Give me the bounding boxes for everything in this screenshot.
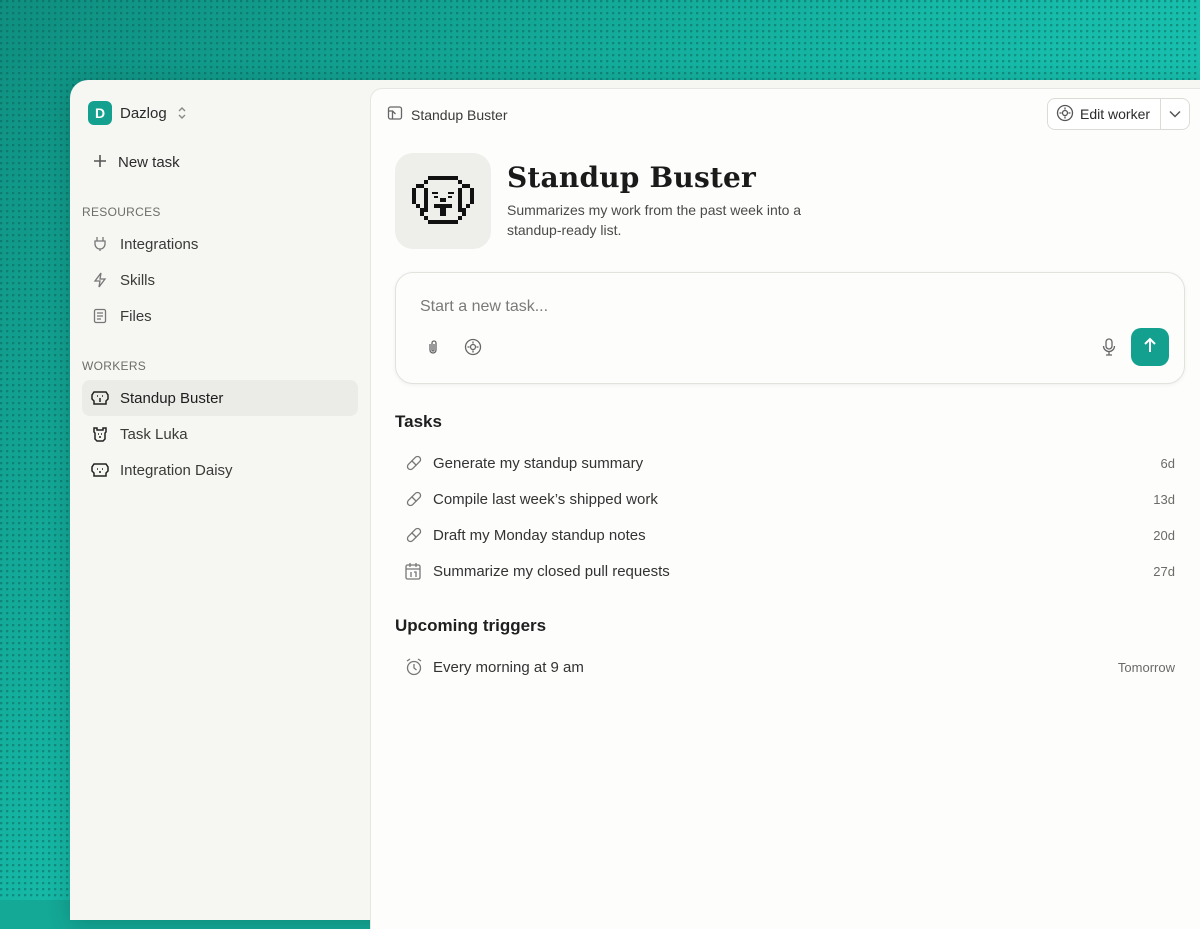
new-task-label: New task <box>118 154 180 171</box>
paperclip-icon[interactable] <box>421 335 445 359</box>
app-window-icon <box>387 105 403 124</box>
pill-icon <box>405 454 427 472</box>
sidebar: D Dazlog New task RESOURCES Integrations… <box>70 80 368 920</box>
new-task-button[interactable]: New task <box>92 152 180 173</box>
arrow-up-icon <box>1143 337 1157 358</box>
edit-worker-button[interactable]: Edit worker <box>1048 99 1162 129</box>
main-panel: Standup Buster Edit worker Standup Buste… <box>370 88 1200 929</box>
page-title: Standup Buster <box>411 106 508 123</box>
worker-avatar <box>395 153 491 249</box>
sidebar-item-task-luka[interactable]: Task Luka <box>82 416 358 452</box>
chevron-down-icon <box>1169 105 1181 123</box>
task-row[interactable]: Summarize my closed pull requests 27d <box>395 554 1185 588</box>
trigger-title: Every morning at 9 am <box>433 658 584 676</box>
send-button[interactable] <box>1131 328 1169 366</box>
sidebar-item-skills[interactable]: Skills <box>82 262 358 298</box>
trigger-row[interactable]: Every morning at 9 am Tomorrow <box>395 650 1185 684</box>
dog-icon <box>90 388 110 408</box>
pill-icon <box>405 526 427 544</box>
sidebar-item-label: Skills <box>120 271 156 289</box>
dog-icon <box>90 460 110 480</box>
worker-description: Summarizes my work from the past week in… <box>507 202 802 238</box>
bear-icon <box>90 424 110 444</box>
sidebar-item-integrations[interactable]: Integrations <box>82 226 358 262</box>
plus-icon <box>92 152 108 173</box>
sidebar-item-label: Integration Daisy <box>120 461 233 479</box>
document-icon <box>90 306 110 326</box>
workspace-name: Dazlog <box>120 104 167 122</box>
microphone-icon[interactable] <box>1097 335 1121 359</box>
calendar-icon <box>405 562 427 580</box>
task-age: 20d <box>1153 527 1175 543</box>
alarm-clock-icon <box>405 658 427 676</box>
task-row[interactable]: Draft my Monday standup notes 20d <box>395 518 1185 552</box>
trigger-when: Tomorrow <box>1117 659 1175 675</box>
worker-name: Standup Buster <box>507 161 757 194</box>
sidebar-item-label: Standup Buster <box>120 389 224 407</box>
lightning-icon <box>90 270 110 290</box>
triggers-heading: Upcoming triggers <box>395 616 547 635</box>
tasks-heading: Tasks <box>395 412 442 431</box>
workspace-switcher[interactable]: D Dazlog <box>88 101 187 125</box>
task-title: Compile last week’s shipped work <box>433 490 658 508</box>
task-age: 6d <box>1160 455 1175 471</box>
task-title: Generate my standup summary <box>433 454 644 472</box>
gear-icon[interactable] <box>461 335 485 359</box>
task-input[interactable] <box>418 297 1022 317</box>
plug-icon <box>90 234 110 254</box>
workspace-avatar: D <box>88 101 112 125</box>
edit-options-dropdown[interactable] <box>1161 99 1189 129</box>
sidebar-item-label: Task Luka <box>120 425 188 443</box>
sidebar-item-standup-buster[interactable]: Standup Buster <box>82 380 358 416</box>
dog-icon <box>412 176 474 224</box>
resources-section-label: RESOURCES <box>82 205 161 219</box>
task-row[interactable]: Generate my standup summary 6d <box>395 446 1185 480</box>
breadcrumb: Standup Buster <box>387 105 508 124</box>
chevron-updown-icon <box>177 106 187 120</box>
task-row[interactable]: Compile last week’s shipped work 13d <box>395 482 1185 516</box>
sidebar-item-integration-daisy[interactable]: Integration Daisy <box>82 452 358 488</box>
edit-worker-label: Edit worker <box>1080 106 1151 122</box>
task-title: Summarize my closed pull requests <box>433 562 670 580</box>
gear-icon <box>1056 104 1074 125</box>
edit-worker-group: Edit worker <box>1047 98 1191 130</box>
task-title: Draft my Monday standup notes <box>433 526 646 544</box>
sidebar-item-label: Integrations <box>120 235 199 253</box>
pill-icon <box>405 490 427 508</box>
sidebar-item-label: Files <box>120 307 152 325</box>
task-age: 13d <box>1153 491 1175 507</box>
sidebar-item-files[interactable]: Files <box>82 298 358 334</box>
task-age: 27d <box>1153 563 1175 579</box>
app-window: D Dazlog New task RESOURCES Integrations… <box>70 80 1200 929</box>
workers-section-label: WORKERS <box>82 359 147 373</box>
task-composer <box>395 272 1185 384</box>
